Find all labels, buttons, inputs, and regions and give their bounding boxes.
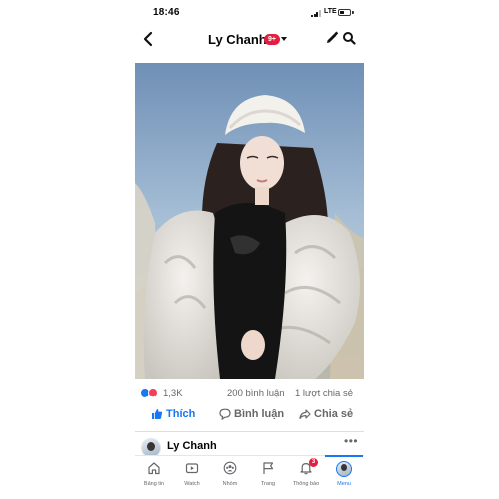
tab-label: Thông báo xyxy=(292,481,320,487)
comment-button[interactable]: Bình luận xyxy=(219,407,285,423)
tab-label: Bảng tin xyxy=(143,481,165,487)
page-title[interactable]: Ly Chanh xyxy=(208,32,267,47)
active-tab-indicator xyxy=(325,455,363,457)
edit-button[interactable] xyxy=(325,31,339,45)
comment-icon xyxy=(219,408,231,420)
back-icon xyxy=(143,31,153,47)
reaction-count: 1,3K xyxy=(163,388,183,399)
divider xyxy=(135,431,364,432)
chevron-down-icon[interactable] xyxy=(281,37,287,41)
share-button[interactable]: Chia sẻ xyxy=(299,407,357,423)
share-label: Chia sẻ xyxy=(314,408,354,420)
avatar xyxy=(336,461,352,477)
post-photo-image xyxy=(135,63,364,379)
tab-notifications[interactable]: 3 Thông báo xyxy=(287,458,325,494)
tab-label: Trang xyxy=(260,481,276,487)
share-icon xyxy=(299,409,311,419)
tab-label: Watch xyxy=(184,481,200,487)
groups-icon xyxy=(223,461,237,475)
more-options-icon[interactable]: ••• xyxy=(344,434,358,448)
tab-pages[interactable]: Trang xyxy=(249,460,287,494)
post-photo[interactable] xyxy=(135,63,364,379)
flag-icon xyxy=(263,462,274,474)
thumbs-up-icon xyxy=(152,409,163,419)
back-button[interactable] xyxy=(141,30,157,48)
previous-post-caption xyxy=(135,50,364,58)
tab-watch[interactable]: Watch xyxy=(173,460,211,494)
status-time: 18:46 xyxy=(153,7,180,18)
tab-label: Menu xyxy=(337,481,351,487)
bottom-tab-bar: Bảng tin Watch Nhóm Trang 3 Thông báo Me… xyxy=(135,455,364,499)
home-icon xyxy=(148,462,160,475)
search-icon xyxy=(343,32,356,45)
comment-label: Bình luận xyxy=(234,408,285,420)
post-actions: Thích Bình luận Chia sẻ xyxy=(135,404,364,426)
notification-count-badge: 3 xyxy=(309,458,318,467)
network-label: LTE xyxy=(324,8,337,15)
signal-icon xyxy=(311,10,321,17)
tab-menu[interactable]: Menu xyxy=(325,455,363,494)
battery-tip xyxy=(352,11,354,14)
comment-count[interactable]: 200 bình luận xyxy=(227,388,285,399)
phone-screen: 18:46 LTE Ly Chanh 9+ 1,3K 200 bình luận… xyxy=(135,0,364,499)
tab-groups[interactable]: Nhóm xyxy=(211,460,249,494)
video-icon xyxy=(185,463,199,474)
like-label: Thích xyxy=(166,408,196,420)
like-button[interactable]: Thích xyxy=(151,407,201,423)
tab-news-feed[interactable]: Bảng tin xyxy=(135,460,173,494)
edit-icon xyxy=(327,31,339,43)
love-reaction-icon xyxy=(148,388,158,401)
notification-badge: 9+ xyxy=(264,34,280,45)
share-count[interactable]: 1 lượt chia sẻ xyxy=(295,388,353,399)
status-bar: 18:46 LTE xyxy=(135,0,364,24)
search-button[interactable] xyxy=(342,31,356,45)
tab-label: Nhóm xyxy=(222,481,238,487)
next-post-author[interactable]: Ly Chanh xyxy=(167,440,217,452)
reactions-summary[interactable]: 1,3K 200 bình luận 1 lượt chia sẻ xyxy=(135,384,364,402)
next-post-header: Ly Chanh ••• xyxy=(135,434,364,458)
battery-icon xyxy=(338,9,351,16)
